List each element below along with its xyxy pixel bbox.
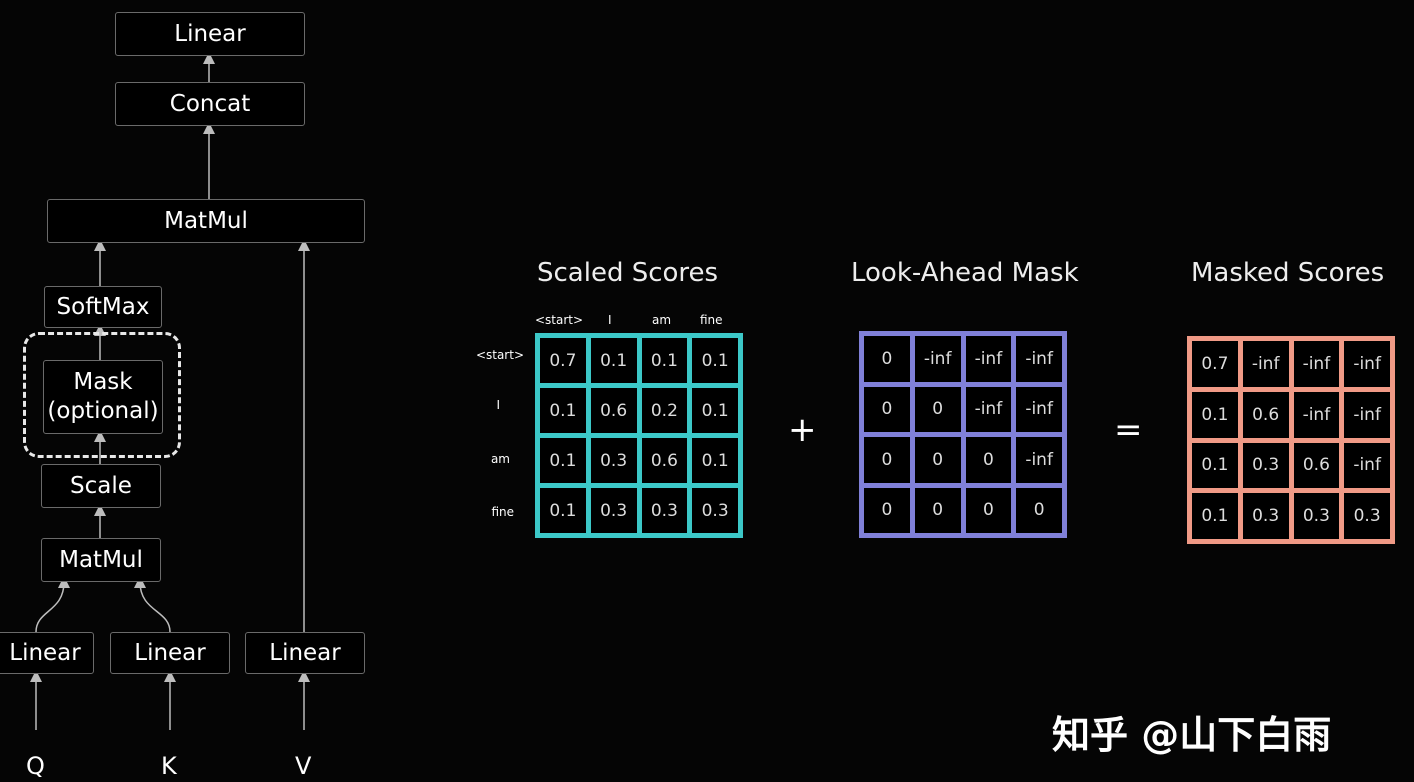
- matrix-cell: 0: [864, 386, 910, 432]
- matrix-cell: 0: [864, 487, 910, 533]
- matrix-cell: 0.1: [1192, 493, 1238, 539]
- look-ahead-mask-matrix: 0 -inf -inf -inf 0 0 -inf -inf 0 0 0 -inf 0 0 0 0: [859, 331, 1067, 538]
- matrix-cell: 0: [1016, 487, 1062, 533]
- matrix-cell: 0.7: [540, 338, 586, 383]
- row-label-start: <start>: [475, 348, 524, 362]
- matrix-cell: 0.6: [1242, 391, 1289, 438]
- matrix-cell: 0: [864, 336, 910, 382]
- row-label-fine: fine: [491, 505, 514, 519]
- matrix-cell: 0.3: [641, 488, 688, 533]
- matrix-cell: 0.3: [590, 488, 637, 533]
- matrix-cell: 0.7: [1192, 341, 1238, 387]
- matrix-cell: 0.3: [692, 488, 738, 533]
- input-v-label: V: [295, 752, 312, 780]
- plus-operator: +: [788, 410, 817, 450]
- zhihu-watermark: 知乎 @山下白雨: [1052, 713, 1332, 757]
- matrix-cell: 0: [914, 487, 961, 533]
- matrix-cell: -inf: [1242, 341, 1289, 387]
- linear-k-node: Linear: [110, 632, 230, 674]
- matrix-cell: 0.6: [590, 388, 637, 433]
- matrix-cell: 0.3: [1293, 493, 1340, 539]
- matrix-cell: -inf: [1344, 391, 1390, 438]
- matrix-cell: 0.1: [540, 438, 586, 483]
- matrix-cell: 0.1: [692, 438, 738, 483]
- masked-scores-matrix: 0.7 -inf -inf -inf 0.1 0.6 -inf -inf 0.1 0.3 0.6 -i…: [1187, 336, 1395, 544]
- matrix-cell: 0.1: [692, 338, 738, 383]
- linear-top-node: Linear: [115, 12, 305, 56]
- matrix-cell: 0: [965, 437, 1012, 483]
- masked-scores-title: Masked Scores: [1191, 258, 1385, 288]
- matrix-cell: 0.1: [692, 388, 738, 433]
- matrix-cell: 0: [965, 487, 1012, 533]
- matrix-cell: -inf: [965, 386, 1012, 432]
- matrix-cell: -inf: [1344, 442, 1390, 489]
- col-label-start: <start>: [535, 313, 584, 327]
- matrix-cell: -inf: [1293, 391, 1340, 438]
- matrix-cell: 0.1: [1192, 391, 1238, 438]
- matrix-cell: -inf: [1016, 437, 1062, 483]
- arrow-k-linear-to-matmul: [134, 576, 171, 633]
- matrix-cell: 0.1: [641, 338, 688, 383]
- matrix-cell: 0.1: [540, 488, 586, 533]
- matrix-cell: 0.3: [590, 438, 637, 483]
- linear-v-node: Linear: [245, 632, 365, 674]
- input-k-label: K: [161, 752, 177, 780]
- matrix-cell: -inf: [1016, 336, 1062, 382]
- row-label-am: am: [490, 452, 510, 466]
- scaled-scores-title: Scaled Scores: [537, 258, 719, 288]
- col-label-fine: fine: [700, 313, 723, 327]
- arrow-q-linear-to-matmul: [35, 576, 70, 633]
- scaled-scores-matrix: 0.7 0.1 0.1 0.1 0.1 0.6 0.2 0.1 0.1 0.3 0.6 0.1 0.1 0…: [535, 333, 743, 538]
- look-ahead-mask-title: Look-Ahead Mask: [851, 258, 1079, 288]
- matrix-cell: 0.3: [1242, 493, 1289, 539]
- matrix-cell: -inf: [1016, 386, 1062, 432]
- matrix-cell: 0.6: [641, 438, 688, 483]
- input-q-label: Q: [26, 752, 45, 780]
- col-label-i: I: [608, 313, 612, 327]
- matrix-cell: -inf: [965, 336, 1012, 382]
- matrix-cell: -inf: [1344, 341, 1390, 387]
- matmul-bottom-node: MatMul: [41, 538, 161, 582]
- matrix-cell: 0.6: [1293, 442, 1340, 489]
- col-label-am: am: [652, 313, 672, 327]
- matrix-cell: 0: [864, 437, 910, 483]
- mask-node: Mask (optional): [43, 360, 163, 434]
- matrix-cell: 0.1: [540, 388, 586, 433]
- softmax-node: SoftMax: [44, 286, 162, 328]
- matrix-cell: 0.3: [1344, 493, 1390, 539]
- equals-operator: =: [1114, 410, 1143, 450]
- matrix-cell: 0.1: [590, 338, 637, 383]
- scale-node: Scale: [41, 464, 161, 508]
- matrix-cell: 0.3: [1242, 442, 1289, 489]
- matrix-cell: 0.1: [1192, 442, 1238, 489]
- matmul-top-node: MatMul: [47, 199, 365, 243]
- row-label-i: I: [496, 398, 500, 412]
- concat-node: Concat: [115, 82, 305, 126]
- matrix-cell: 0: [914, 437, 961, 483]
- matrix-cell: -inf: [914, 336, 961, 382]
- matrix-cell: -inf: [1293, 341, 1340, 387]
- matrix-cell: 0: [914, 386, 961, 432]
- matrix-cell: 0.2: [641, 388, 688, 433]
- linear-q-node: Linear: [0, 632, 94, 674]
